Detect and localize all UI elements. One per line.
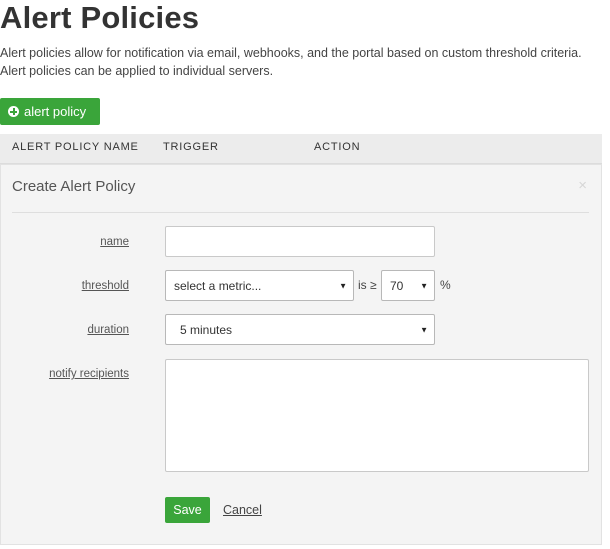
duration-value: 5 minutes — [180, 322, 233, 337]
threshold-label: threshold — [81, 280, 129, 292]
policy-table-header: ALERT POLICY NAME TRIGGER ACTION — [0, 134, 602, 164]
metric-select[interactable]: select a metric... ▼ — [165, 270, 354, 301]
add-alert-policy-label: alert policy — [24, 104, 87, 119]
name-input[interactable] — [165, 226, 435, 257]
description-line-2: Alert policies can be applied to individ… — [0, 64, 274, 78]
panel-title: Create Alert Policy — [12, 178, 136, 195]
caret-down-icon: ▼ — [420, 325, 428, 334]
column-header-action: ACTION — [314, 141, 361, 153]
description-line-1: Alert policies allow for notification vi… — [0, 46, 582, 60]
panel-divider — [12, 212, 589, 213]
add-alert-policy-button[interactable]: alert policy — [0, 98, 100, 125]
close-icon[interactable]: × — [578, 177, 587, 194]
plus-circle-icon — [8, 106, 19, 117]
page-description: Alert policies allow for notification vi… — [0, 44, 605, 80]
duration-label: duration — [87, 324, 129, 336]
threshold-operator: is ≥ — [358, 278, 377, 292]
cancel-link[interactable]: Cancel — [223, 503, 262, 517]
notify-recipients-label: notify recipients — [49, 368, 129, 380]
caret-down-icon: ▼ — [420, 281, 428, 290]
notify-recipients-textarea[interactable] — [165, 359, 589, 472]
column-header-trigger: TRIGGER — [163, 141, 219, 153]
caret-down-icon: ▼ — [339, 281, 347, 290]
alert-policies-page: Alert Policies Alert policies allow for … — [0, 0, 610, 549]
metric-select-value: select a metric... — [174, 278, 262, 293]
threshold-unit: % — [440, 278, 451, 292]
save-button[interactable]: Save — [165, 497, 210, 523]
create-alert-policy-panel: Create Alert Policy × name threshold sel… — [0, 164, 602, 545]
column-header-name: ALERT POLICY NAME — [12, 141, 139, 153]
threshold-value-select[interactable]: 70 ▼ — [381, 270, 435, 301]
threshold-value: 70 — [390, 278, 404, 293]
name-label: name — [100, 236, 129, 248]
page-title: Alert Policies — [0, 0, 200, 35]
duration-select[interactable]: 5 minutes ▼ — [165, 314, 435, 345]
